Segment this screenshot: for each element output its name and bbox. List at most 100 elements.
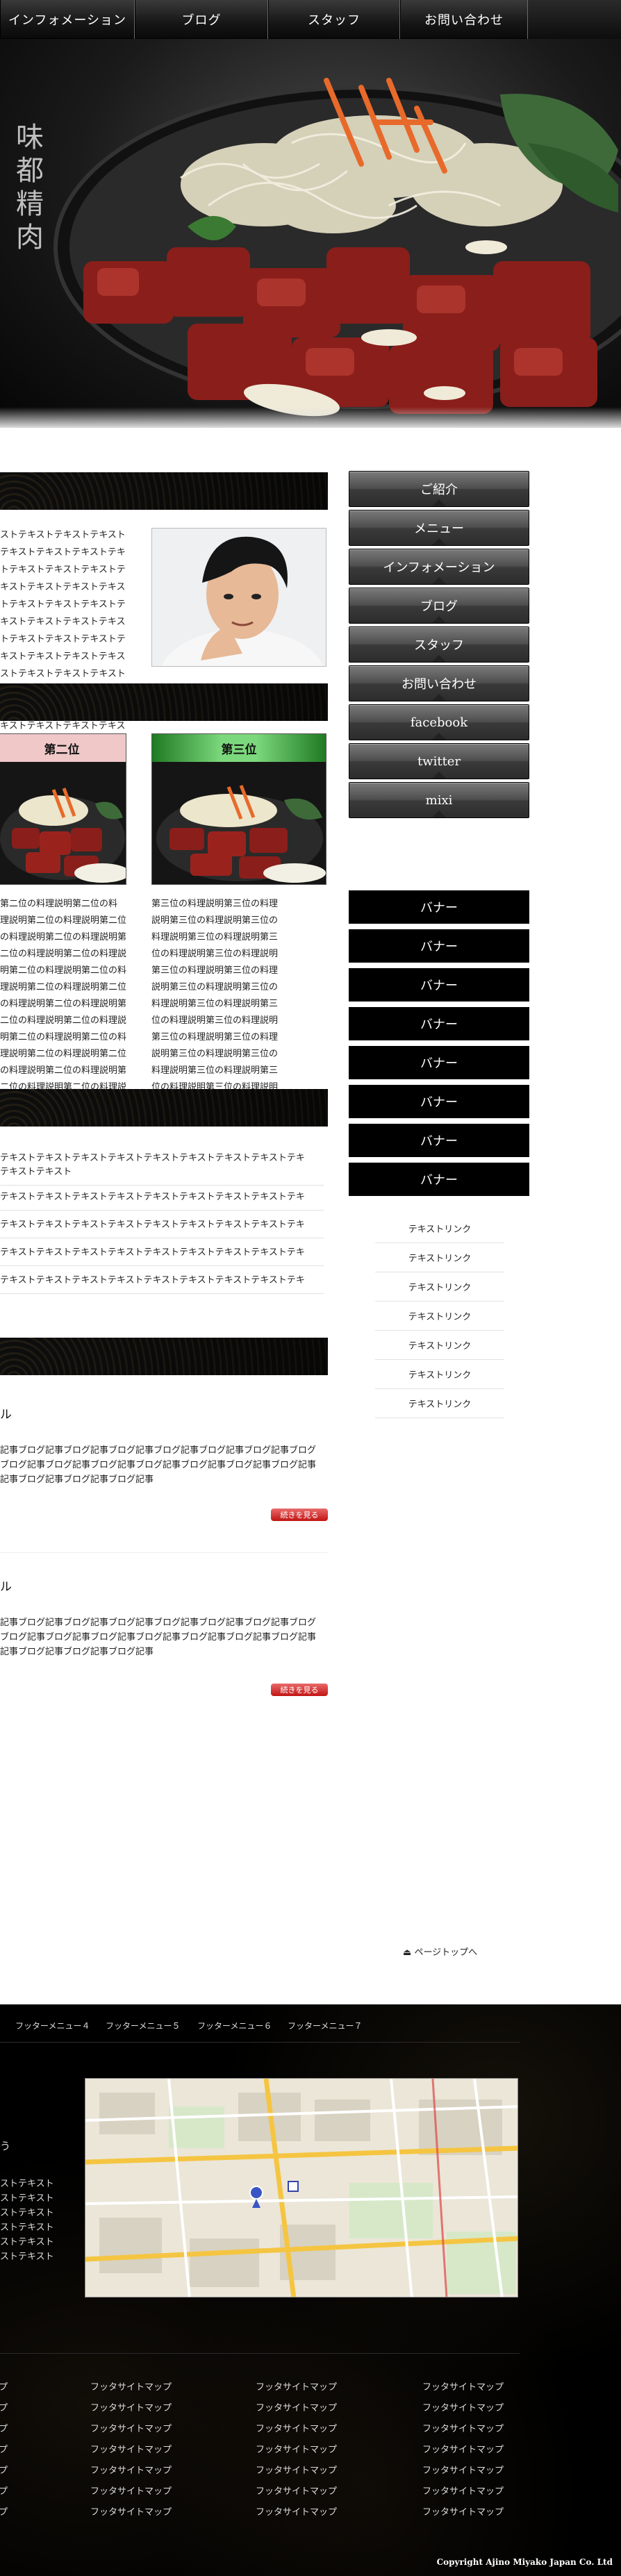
footer-sitemap-link[interactable]: プ <box>0 2421 8 2434</box>
arrow-up-icon: ⏏ <box>403 1947 412 1958</box>
sidebar-item-introduction[interactable]: ご紹介 <box>349 471 529 507</box>
sidebar-item-label: スタッフ <box>414 638 464 653</box>
sidebar-banner[interactable]: バナー <box>349 1085 529 1121</box>
news-item[interactable]: テキストテキストテキストテキストテキストテキストテキストテキストテキ <box>0 1190 324 1211</box>
footer-sitemap-link[interactable]: プ <box>0 2400 8 2413</box>
sidebar-item-contact[interactable]: お問い合わせ <box>349 665 529 701</box>
sidebar-item-menu[interactable]: メニュー <box>349 510 529 546</box>
blog-read-more-button[interactable]: 続きを見る <box>271 1509 328 1521</box>
footer-sitemap-link[interactable]: フッタサイトマップ <box>256 2421 337 2434</box>
sidebar-item-label: ご紹介 <box>420 483 458 497</box>
sidebar-banner[interactable]: バナー <box>349 1046 529 1082</box>
top-nav: インフォメーション ブログ スタッフ お問い合わせ <box>0 0 621 39</box>
page-root: インフォメーション ブログ スタッフ お問い合わせ 味都精肉 ストテキストテキス… <box>0 0 621 2576</box>
page-top-link[interactable]: ⏏ ページトップへ <box>403 1945 477 1958</box>
footer-sitemap-link[interactable]: フッタサイトマップ <box>90 2442 172 2455</box>
footer-menu-item-4[interactable]: フッターメニュー４ <box>15 2020 90 2031</box>
footer-sitemap-link[interactable]: フッタサイトマップ <box>90 2421 172 2434</box>
nav-item-staff[interactable]: スタッフ <box>268 0 400 39</box>
footer-sitemap-link[interactable]: フッタサイトマップ <box>90 2463 172 2476</box>
section-header-intro <box>0 472 328 510</box>
sidebar-banner[interactable]: バナー <box>349 968 529 1004</box>
footer-sitemap-link[interactable]: フッタサイトマップ <box>256 2400 337 2413</box>
sidebar-text-link[interactable]: テキストリンク <box>375 1302 504 1331</box>
sidebar-item-label: メニュー <box>414 522 464 536</box>
footer-sitemap-link[interactable]: フッタサイトマップ <box>422 2484 504 2497</box>
footer-sitemap-link[interactable]: フッタサイトマップ <box>256 2484 337 2497</box>
blog-post-title[interactable]: ル <box>0 1577 12 1594</box>
footer-sitemap-link[interactable]: フッタサイトマップ <box>422 2379 504 2393</box>
sidebar-item-label: お問い合わせ <box>401 677 477 692</box>
footer-sitemap-link[interactable]: フッタサイトマップ <box>90 2484 172 2497</box>
news-item[interactable]: テキストテキストテキストテキストテキストテキストテキストテキストテキ テキストテ… <box>0 1152 324 1186</box>
footer-sitemap-link[interactable]: フッタサイトマップ <box>422 2504 504 2518</box>
blog-read-more-button[interactable]: 続きを見る <box>271 1684 328 1696</box>
nav-item-contact[interactable]: お問い合わせ <box>400 0 528 39</box>
footer-address-text: ストテキスト ストテキスト ストテキスト ストテキスト ストテキスト ストテキス… <box>0 2179 54 2262</box>
blog-post-title[interactable]: ル <box>0 1404 12 1422</box>
sidebar-banner[interactable]: バナー <box>349 1007 529 1043</box>
news-item[interactable]: テキストテキストテキストテキストテキストテキストテキストテキストテキ <box>0 1246 324 1266</box>
section-header-ranking <box>0 683 328 721</box>
sidebar-item-staff[interactable]: スタッフ <box>349 626 529 663</box>
sidebar-banner[interactable]: バナー <box>349 1124 529 1160</box>
footer-sitemap-link[interactable]: プ <box>0 2379 8 2393</box>
sidebar-banner[interactable]: バナー <box>349 1163 529 1199</box>
rank-card-second[interactable]: 第二位 <box>0 733 126 885</box>
footer-sitemap-link[interactable]: フッタサイトマップ <box>422 2442 504 2455</box>
footer-menu-item-5[interactable]: フッターメニュー５ <box>106 2020 181 2031</box>
copyright: Copyright Ajino Miyako Japan Co. Ltd <box>436 2557 613 2567</box>
sidebar-text-link[interactable]: テキストリンク <box>375 1214 504 1243</box>
rank-card-second-label: 第二位 <box>44 742 80 757</box>
footer-sitemap-link[interactable]: プ <box>0 2442 8 2455</box>
footer-sitemap-link[interactable]: プ <box>0 2463 8 2476</box>
section-header-news <box>0 1089 328 1127</box>
page-top-label: ページトップへ <box>414 1947 478 1958</box>
footer-sitemap-link[interactable]: フッタサイトマップ <box>422 2421 504 2434</box>
sidebar-item-label: facebook <box>410 715 468 730</box>
sidebar-item-mixi[interactable]: mixi <box>349 782 529 818</box>
sidebar-item-twitter[interactable]: twitter <box>349 743 529 779</box>
nav-item-blog[interactable]: ブログ <box>135 0 268 39</box>
rank-card-third-label: 第三位 <box>221 742 257 757</box>
hero-image: 味都精肉 <box>0 39 621 428</box>
sidebar-item-facebook[interactable]: facebook <box>349 704 529 740</box>
news-item[interactable]: テキストテキストテキストテキストテキストテキストテキストテキストテキ <box>0 1218 324 1238</box>
sidebar-text-link[interactable]: テキストリンク <box>375 1389 504 1418</box>
footer-menu-item-7[interactable]: フッターメニュー７ <box>288 2020 363 2031</box>
footer-menu-item-6[interactable]: フッターメニュー６ <box>197 2020 272 2031</box>
blog-divider <box>0 1552 328 1553</box>
rank-card-third-header: 第三位 <box>152 734 326 762</box>
nav-item-information[interactable]: インフォメーション <box>0 0 135 39</box>
footer-divider <box>0 2353 520 2354</box>
sidebar-text-link[interactable]: テキストリンク <box>375 1360 504 1389</box>
rank-third-description: 第三位の料理説明第三位の料理 説明第三位の料理説明第三位の 料理説明第三位の料理… <box>151 899 279 1092</box>
footer-sitemap-link[interactable]: プ <box>0 2504 8 2518</box>
sidebar-item-label: ブログ <box>420 599 458 614</box>
footer-sitemap-link[interactable]: フッタサイトマップ <box>256 2504 337 2518</box>
footer-sitemap-link[interactable]: フッタサイトマップ <box>90 2400 172 2413</box>
rank-card-third-image <box>152 762 326 884</box>
sidebar-item-blog[interactable]: ブログ <box>349 588 529 624</box>
nav-filler <box>528 0 621 39</box>
rank-card-third[interactable]: 第三位 <box>151 733 326 885</box>
staff-portrait <box>152 529 326 666</box>
hero-calligraphy: 味都精肉 <box>11 122 43 256</box>
footer-sitemap-link[interactable]: フッタサイトマップ <box>256 2442 337 2455</box>
footer-sitemap-link[interactable]: フッタサイトマップ <box>256 2379 337 2393</box>
sidebar-text-link[interactable]: テキストリンク <box>375 1243 504 1272</box>
sidebar-text-link[interactable]: テキストリンク <box>375 1331 504 1360</box>
sidebar-text-link[interactable]: テキストリンク <box>375 1272 504 1302</box>
news-item[interactable]: テキストテキストテキストテキストテキストテキストテキストテキストテキ <box>0 1274 324 1294</box>
footer-map[interactable] <box>85 2078 518 2297</box>
footer-sitemap-link[interactable]: フッタサイトマップ <box>256 2463 337 2476</box>
sidebar-banner[interactable]: バナー <box>349 929 529 965</box>
footer-sitemap-link[interactable]: フッタサイトマップ <box>90 2379 172 2393</box>
footer-sitemap-link[interactable]: フッタサイトマップ <box>422 2463 504 2476</box>
section-header-blog <box>0 1338 328 1375</box>
footer-sitemap-link[interactable]: フッタサイトマップ <box>90 2504 172 2518</box>
sidebar-banner[interactable]: バナー <box>349 890 529 926</box>
footer-sitemap-link[interactable]: プ <box>0 2484 8 2497</box>
footer-sitemap-link[interactable]: フッタサイトマップ <box>422 2400 504 2413</box>
sidebar-item-information[interactable]: インフォメーション <box>349 549 529 585</box>
